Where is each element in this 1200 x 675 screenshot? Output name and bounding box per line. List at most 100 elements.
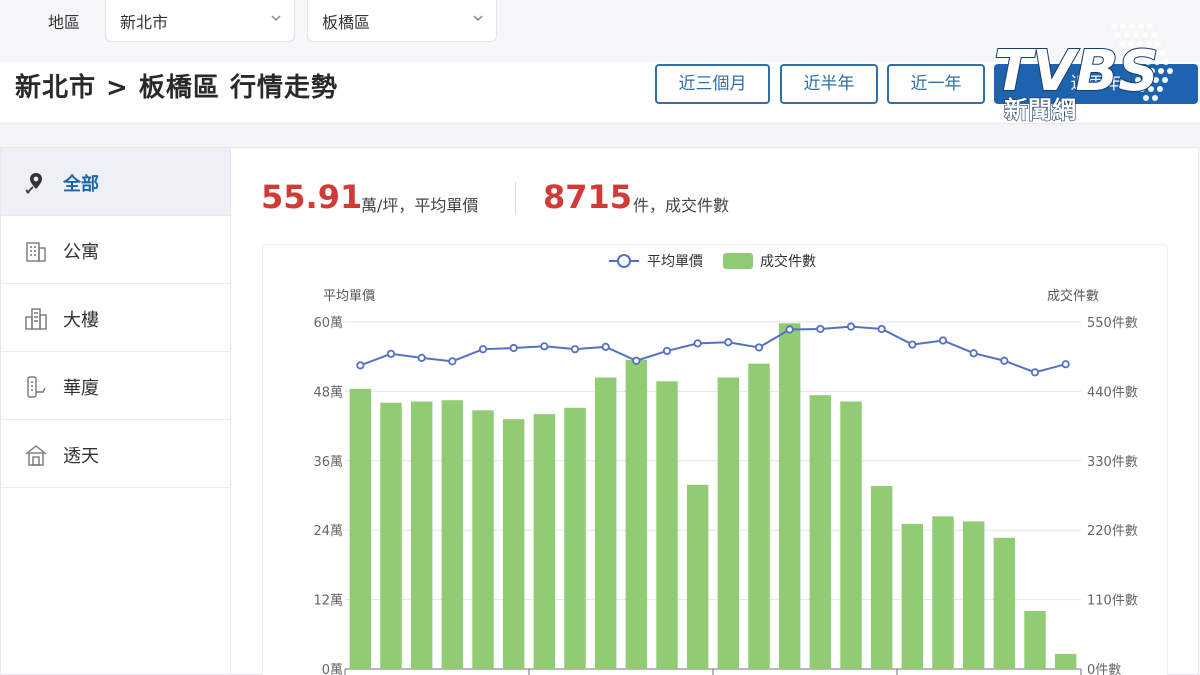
legend-item-price[interactable]: 平均單價 [609,253,703,270]
sidebar-item-house[interactable]: 透天 [1,420,230,488]
avg-price-point[interactable] [509,343,518,353]
left-tick-label: 24萬 [313,524,343,539]
page-title: 新北市 > 板橋區 行情走勢 [15,73,338,103]
deal-count-bar[interactable] [686,484,709,669]
chevron-down-icon [271,15,281,22]
deal-count-bar[interactable] [656,381,678,669]
right-tick-label: 220件數 [1087,524,1138,539]
chevron-down-icon [473,15,483,22]
avg-price-point[interactable] [908,340,917,349]
avg-price-point[interactable] [632,356,641,365]
legend-label-price: 平均單價 [647,253,703,270]
avg-price-point[interactable] [386,349,396,358]
house-icon [25,445,47,466]
mansion-icon [27,376,46,398]
range-button-1y[interactable]: 近一年 [887,64,985,104]
legend-item-count[interactable]: 成交件數 [723,253,816,270]
right-tick-label: 550件數 [1087,316,1138,331]
range-button-3m[interactable]: 近三個月 [655,64,770,104]
logo-brand: TVBS [994,39,1159,104]
avg-price-point[interactable] [540,342,549,351]
sidebar-item-mansion[interactable]: 華廈 [1,352,230,420]
trend-chart-card: 0萬 0件數 12萬 110件數 24萬 220件數 36萬 330件數 48萬 440件數 60萬… [262,244,1168,675]
sidebar-item-label: 大樓 [63,310,99,331]
right-axis-title: 成交件數 [1047,288,1099,304]
deal-count-bar[interactable] [380,402,402,669]
avg-price-point[interactable] [356,361,365,370]
deal-count-bar[interactable] [594,377,617,669]
district-select-value: 板橋區 [322,13,371,32]
deal-count-bar[interactable] [932,516,954,669]
avg-price-point[interactable] [724,338,733,347]
sidebar-item-apartment[interactable]: 公寓 [1,216,230,284]
deal-count-bar[interactable] [502,419,525,669]
avg-price-point[interactable] [417,353,426,362]
avg-price-point[interactable] [938,336,948,345]
logo-sub: 新聞網 [1004,96,1076,122]
right-tick-label: 110件數 [1087,594,1138,609]
avg-price-point[interactable] [448,357,457,366]
left-tick-label: 36萬 [313,455,343,470]
avg-price-point[interactable] [570,345,580,354]
range-button-6m[interactable]: 近半年 [780,64,878,104]
deal-count-bar[interactable] [349,388,372,669]
deal-count-bar[interactable] [993,537,1016,669]
avg-price-point[interactable] [1061,360,1070,369]
chart-legend: 平均單價 成交件數 [609,253,816,270]
avg-price-point[interactable] [785,325,794,334]
right-tick-label: 0件數 [1087,663,1121,675]
avg-price-point[interactable] [601,342,610,351]
legend-label-count: 成交件數 [760,253,816,270]
deal-count-bar[interactable] [625,359,648,669]
avg-price-point[interactable] [846,322,856,331]
avg-price-point[interactable] [969,349,978,358]
deal-count-bar[interactable] [1054,653,1077,669]
region-label: 地區 [48,13,81,32]
deal-count-bar[interactable] [441,400,464,669]
deal-count-bar[interactable] [1024,610,1046,669]
deal-count-bar[interactable] [472,410,494,669]
district-select[interactable]: 板橋區 [307,0,497,42]
deal-count-bar[interactable] [564,407,586,669]
map-pin-icon [25,173,42,194]
left-axis-title: 平均單價 [323,289,375,304]
sidebar-item-building[interactable]: 大樓 [1,284,230,352]
deal-count-bar[interactable] [901,523,924,669]
avg-price-point[interactable] [877,324,886,334]
city-select-value: 新北市 [120,13,169,32]
avg-price-point[interactable] [1030,368,1040,377]
left-tick-label: 0萬 [322,663,343,675]
sidebar-item-label: 華廈 [63,378,99,399]
avg-price-point[interactable] [478,345,488,354]
deal-count-bar[interactable] [533,414,556,669]
avg-price-point[interactable] [1000,356,1009,365]
trend-chart: 0萬 0件數 12萬 110件數 24萬 220件數 36萬 330件數 48萬 440件數 60萬… [313,253,1138,675]
left-tick-label: 60萬 [313,316,343,331]
deal-count-bar[interactable] [870,486,893,669]
building-icon [25,308,47,330]
right-tick-label: 330件數 [1087,455,1138,470]
deal-count-bar[interactable] [809,395,832,669]
avg-price-point[interactable] [662,346,672,356]
deal-count-label: 件，成交件數 [633,196,730,215]
deal-count-bar[interactable] [778,323,801,669]
avg-price-value: 55.91 [261,178,363,216]
deal-count-bar[interactable] [962,521,985,669]
deal-count-value: 8715 [543,178,633,216]
deal-count-bar[interactable] [717,377,740,669]
sidebar-item-label: 公寓 [63,242,99,263]
avg-price-point[interactable] [816,324,825,334]
tvbs-logo: TVBS 新聞網 [993,23,1173,122]
sidebar-item-all[interactable]: 全部 [1,148,230,216]
avg-price-label: 萬/坪，平均單價 [361,196,479,215]
left-tick-label: 12萬 [313,594,343,609]
sidebar-item-label: 透天 [63,446,99,467]
avg-price-point[interactable] [754,343,764,352]
apartment-icon [26,242,46,262]
property-type-sidebar: 全部 公寓 大樓 華廈 透天 [0,147,231,675]
deal-count-bar[interactable] [748,363,770,669]
avg-price-point[interactable] [693,339,702,348]
city-select[interactable]: 新北市 [105,0,295,42]
deal-count-bar[interactable] [840,401,862,669]
deal-count-bar[interactable] [410,401,433,669]
